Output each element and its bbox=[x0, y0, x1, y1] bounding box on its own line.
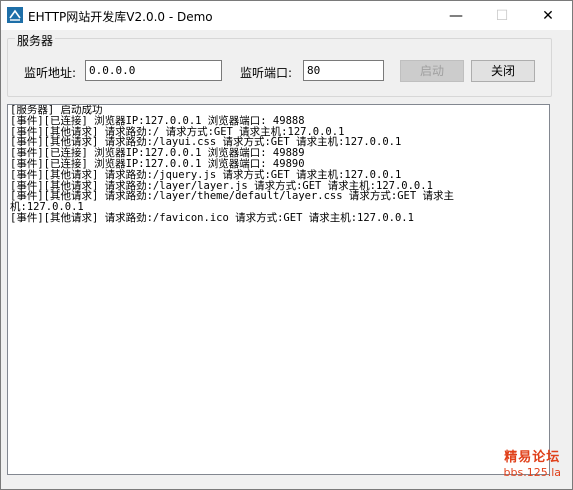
title-bar[interactable]: EHTTP网站开发库V2.0.0 - Demo — ☐ ✕ bbox=[1, 1, 572, 30]
log-line: [事件][其他请求] 请求路劲:/layer/theme/default/lay… bbox=[10, 190, 455, 203]
log-line: [事件][已连接] 浏览器IP:127.0.0.1 浏览器端口: 49888 bbox=[10, 114, 305, 127]
minimize-icon: — bbox=[449, 7, 463, 24]
close-button[interactable]: 关闭 bbox=[471, 60, 535, 82]
window-title: EHTTP网站开发库V2.0.0 - Demo bbox=[28, 10, 213, 24]
close-icon: ✕ bbox=[542, 7, 554, 24]
site-watermark: 精易论坛 bbs.125.la bbox=[504, 450, 561, 480]
watermark-title: 精易论坛 bbox=[504, 450, 561, 465]
listen-port-input[interactable] bbox=[303, 60, 384, 81]
log-line: [事件][其他请求] 请求路劲:/favicon.ico 请求方式:GET 请求… bbox=[10, 211, 414, 224]
server-group-label: 服务器 bbox=[15, 32, 56, 49]
close-window-button[interactable]: ✕ bbox=[525, 1, 571, 30]
minimize-button[interactable]: — bbox=[433, 1, 479, 30]
listen-port-label: 监听端口: bbox=[240, 66, 293, 80]
app-icon bbox=[7, 7, 23, 23]
log-line: [事件][其他请求] 请求路劲:/jquery.js 请求方式:GET 请求主机… bbox=[10, 168, 402, 181]
maximize-button[interactable]: ☐ bbox=[479, 1, 525, 30]
event-log[interactable]: [服务器] 启动成功 [事件][已连接] 浏览器IP:127.0.0.1 浏览器… bbox=[7, 104, 550, 475]
maximize-icon: ☐ bbox=[495, 7, 509, 24]
watermark-url: bbs.125.la bbox=[503, 466, 561, 479]
start-button[interactable]: 启动 bbox=[400, 60, 464, 82]
listen-address-input[interactable] bbox=[85, 60, 222, 81]
listen-address-label: 监听地址: bbox=[24, 66, 77, 80]
